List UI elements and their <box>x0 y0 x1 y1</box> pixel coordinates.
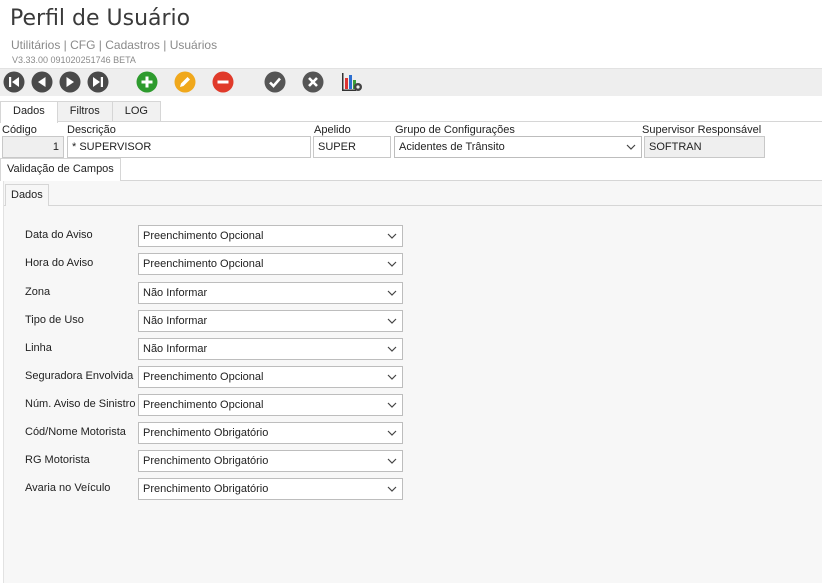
minus-icon <box>212 71 234 93</box>
field-select-value: Prenchimento Obrigatório <box>143 483 269 495</box>
chevron-down-icon <box>387 484 397 494</box>
tab-divider <box>0 121 822 122</box>
descricao-label: Descrição <box>67 124 116 136</box>
chevron-down-icon <box>387 316 397 326</box>
field-select[interactable]: Não Informar <box>138 282 403 304</box>
chevron-down-icon <box>387 344 397 354</box>
previous-record-icon <box>31 71 53 93</box>
chevron-down-icon <box>387 428 397 438</box>
report-settings-button[interactable] <box>341 71 363 93</box>
page-title: Perfil de Usuário <box>10 6 191 31</box>
field-label: Data do Aviso <box>25 229 93 241</box>
tab-filtros[interactable]: Filtros <box>56 101 113 122</box>
descricao-field[interactable]: * SUPERVISOR <box>67 136 311 158</box>
chevron-down-icon <box>387 400 397 410</box>
field-label: Tipo de Uso <box>25 314 84 326</box>
apelido-label: Apelido <box>314 124 351 136</box>
chevron-down-icon <box>387 372 397 382</box>
field-label: Núm. Aviso de Sinistro <box>25 398 136 410</box>
supervisor-label: Supervisor Responsável <box>642 124 762 136</box>
next-record-button[interactable] <box>59 71 81 93</box>
tab-log[interactable]: LOG <box>111 101 161 122</box>
last-record-button[interactable] <box>87 71 109 93</box>
field-select-value: Preenchimento Opcional <box>143 371 264 383</box>
field-select[interactable]: Não Informar <box>138 338 403 360</box>
field-select-value: Preenchimento Opcional <box>143 230 264 242</box>
field-label: RG Motorista <box>25 454 90 466</box>
chevron-down-icon <box>387 259 397 269</box>
plus-icon <box>136 71 158 93</box>
codigo-field[interactable]: 1 <box>2 136 64 158</box>
grupo-label: Grupo de Configurações <box>395 124 515 136</box>
apelido-field[interactable]: SUPER <box>313 136 391 158</box>
delete-button[interactable] <box>212 71 234 93</box>
field-select-value: Prenchimento Obrigatório <box>143 427 269 439</box>
field-label: Zona <box>25 286 51 298</box>
chevron-down-icon <box>626 142 636 152</box>
field-select[interactable]: Prenchimento Obrigatório <box>138 478 403 500</box>
first-record-icon <box>3 71 25 93</box>
supervisor-field[interactable]: SOFTRAN <box>644 136 765 158</box>
tab-dados[interactable]: Dados <box>0 101 58 123</box>
edit-button[interactable] <box>174 71 196 93</box>
previous-record-button[interactable] <box>31 71 53 93</box>
field-label: Cód/Nome Motorista <box>25 426 126 438</box>
field-select[interactable]: Não Informar <box>138 310 403 332</box>
field-label: Linha <box>25 342 52 354</box>
tab-inner-dados[interactable]: Dados <box>5 184 49 206</box>
first-record-button[interactable] <box>3 71 25 93</box>
field-select[interactable]: Preenchimento Opcional <box>138 253 403 275</box>
field-select[interactable]: Prenchimento Obrigatório <box>138 450 403 472</box>
breadcrumb: Utilitários | CFG | Cadastros | Usuários <box>11 38 218 52</box>
confirm-button[interactable] <box>264 71 286 93</box>
check-icon <box>264 71 286 93</box>
version-label: V3.33.00 091020251746 BETA <box>12 55 136 65</box>
validation-panel <box>3 181 822 583</box>
field-select-value: Não Informar <box>143 343 208 355</box>
field-select-value: Preenchimento Opcional <box>143 399 264 411</box>
field-label: Hora do Aviso <box>25 257 94 269</box>
field-select[interactable]: Preenchimento Opcional <box>138 394 403 416</box>
chevron-down-icon <box>387 288 397 298</box>
field-select-value: Não Informar <box>143 287 208 299</box>
grupo-select-value: Acidentes de Trânsito <box>399 141 505 153</box>
main-tabs: Dados Filtros LOG <box>0 101 161 123</box>
field-select[interactable]: Preenchimento Opcional <box>138 225 403 247</box>
codigo-label: Código <box>2 124 37 136</box>
chart-settings-icon <box>342 73 362 91</box>
chevron-down-icon <box>387 456 397 466</box>
field-select-value: Prenchimento Obrigatório <box>143 455 269 467</box>
grupo-select[interactable]: Acidentes de Trânsito <box>394 136 642 158</box>
field-select-value: Não Informar <box>143 315 208 327</box>
field-label: Seguradora Envolvida <box>25 370 134 382</box>
field-select[interactable]: Prenchimento Obrigatório <box>138 422 403 444</box>
tab-validacao-de-campos[interactable]: Validação de Campos <box>0 158 121 181</box>
field-select[interactable]: Preenchimento Opcional <box>138 366 403 388</box>
next-record-icon <box>59 71 81 93</box>
chevron-down-icon <box>387 231 397 241</box>
toolbar <box>0 68 822 96</box>
inner-tab-divider <box>4 205 822 206</box>
field-select-value: Preenchimento Opcional <box>143 258 264 270</box>
field-label: Avaria no Veículo <box>25 482 111 494</box>
add-button[interactable] <box>136 71 158 93</box>
close-icon <box>302 71 324 93</box>
last-record-icon <box>87 71 109 93</box>
pencil-icon <box>174 71 196 93</box>
cancel-button[interactable] <box>302 71 324 93</box>
